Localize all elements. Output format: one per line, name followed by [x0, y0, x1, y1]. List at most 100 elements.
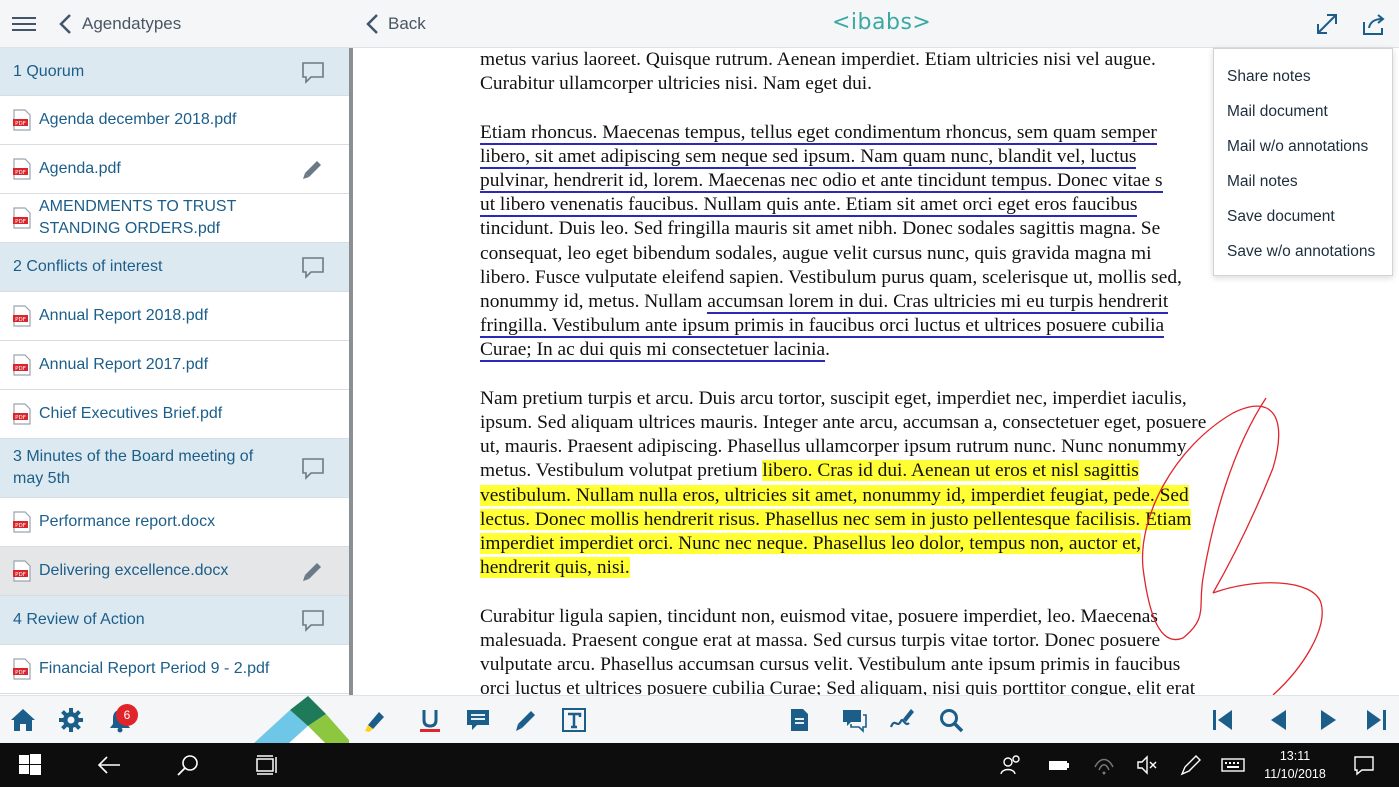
agenda-section[interactable]: 2 Conflicts of interest	[0, 243, 349, 292]
underlined-text: libero, sit amet adipiscing sem neque se…	[480, 145, 1137, 169]
underlined-text: pulvinar, hendrerit id, lorem. Maecenas …	[480, 170, 1163, 193]
underlined-text: fringilla. Vestibulum ante ipsum primis …	[480, 315, 1165, 339]
agenda-section[interactable]: 1 Quorum	[0, 48, 349, 96]
notification-badge: 6	[116, 704, 138, 726]
document-paragraph: Curabitur ligula sapien, tincidunt non, …	[480, 605, 1280, 695]
back-button[interactable]: Back	[388, 14, 426, 34]
text-run: .	[825, 339, 830, 361]
document-item[interactable]: PDF Annual Report 2017.pdf	[0, 341, 349, 390]
item-label: AMENDMENTS TO TRUST STANDING ORDERS.pdf	[39, 198, 237, 237]
item-label: Annual Report 2017.pdf	[39, 356, 209, 373]
pdf-icon: PDF	[13, 354, 31, 376]
document-item[interactable]: PDF Annual Report 2018.pdf	[0, 292, 349, 341]
item-label: Agenda december 2018.pdf	[39, 111, 237, 128]
comment-icon[interactable]	[301, 456, 325, 480]
windows-start-icon[interactable]	[18, 753, 42, 777]
next-page-icon[interactable]	[1315, 707, 1341, 733]
pencil-icon[interactable]	[301, 157, 325, 181]
text-run: libero. Fusce vulputate eleifend sapien.…	[480, 266, 1182, 288]
document-item[interactable]: PDF Agenda.pdf	[0, 145, 349, 194]
text-run: Curabitur ullamcorper ultricies nisi. Na…	[480, 73, 873, 95]
text-run: Nam pretium turpis et arcu. Duis arcu to…	[480, 387, 1187, 409]
document-item[interactable]: PDF Financial Report Period 9 - 2.pdf	[0, 645, 349, 694]
home-icon[interactable]	[10, 707, 36, 733]
last-page-icon[interactable]	[1363, 707, 1389, 733]
menu-icon[interactable]	[12, 14, 36, 34]
document-item[interactable]: PDF Performance report.docx	[0, 498, 349, 547]
agendatypes-back-label[interactable]: Agendatypes	[82, 14, 181, 34]
svg-text:PDF: PDF	[15, 572, 26, 578]
note-list-icon[interactable]	[786, 707, 812, 733]
svg-text:PDF: PDF	[15, 523, 26, 529]
svg-text:PDF: PDF	[15, 219, 26, 225]
comment-icon[interactable]	[301, 255, 325, 279]
comments-icon[interactable]	[841, 707, 867, 733]
annotation-toolbar	[349, 695, 1399, 743]
action-center-icon[interactable]	[1352, 753, 1376, 777]
menu-item-save-document[interactable]: Save document	[1214, 199, 1392, 234]
item-label: Chief Executives Brief.pdf	[39, 405, 223, 422]
agenda-section[interactable]: 3 Minutes of the Board meeting of may 5t…	[0, 439, 349, 498]
menu-item-save-w-o-annotations[interactable]: Save w/o annotations	[1214, 234, 1392, 269]
comment-add-icon[interactable]	[465, 707, 491, 733]
underlined-text: ut libero venenatis faucibus. Nullam qui…	[480, 194, 1138, 218]
document-item[interactable]: PDF Chief Executives Brief.pdf	[0, 390, 349, 439]
menu-item-mail-notes[interactable]: Mail notes	[1214, 164, 1392, 199]
volume-muted-icon[interactable]	[1135, 753, 1159, 777]
menu-item-share-notes[interactable]: Share notes	[1214, 59, 1392, 94]
highlighter-icon[interactable]	[362, 707, 388, 733]
underlined-text: Curae; In ac dui quis mi consectetuer la…	[480, 339, 826, 363]
text-run: consequat, leo eget bibendum sodales, au…	[480, 242, 1152, 264]
item-label: Delivering excellence.docx	[39, 562, 229, 579]
highlighted-text: imperdiet imperdiet orci. Nunc nec neque…	[480, 533, 1142, 555]
pdf-icon: PDF	[13, 109, 31, 131]
pdf-icon: PDF	[13, 560, 31, 582]
text-run: orci luctus et ultrices posuere cubilia …	[480, 678, 1196, 695]
expand-icon[interactable]	[1315, 12, 1339, 36]
task-view-icon[interactable]	[255, 753, 279, 777]
signature-icon[interactable]	[889, 707, 915, 733]
pen-icon[interactable]	[513, 707, 539, 733]
highlighted-text: libero. Cras id dui. Aenean ut eros et n…	[762, 460, 1139, 482]
item-label: 4 Review of Action	[13, 611, 145, 628]
document-item[interactable]: PDF Agenda december 2018.pdf	[0, 96, 349, 145]
wifi-icon[interactable]	[1092, 753, 1116, 777]
svg-text:PDF: PDF	[15, 415, 26, 421]
gear-icon[interactable]	[58, 707, 84, 733]
keyboard-icon[interactable]	[1221, 753, 1245, 777]
comment-icon[interactable]	[301, 60, 325, 84]
item-label: Performance report.docx	[39, 513, 216, 530]
text-run: malesuada. Praesent congue erat at massa…	[480, 629, 1161, 651]
chevron-left-icon[interactable]	[363, 12, 383, 36]
share-icon[interactable]	[1361, 12, 1387, 36]
underline-icon[interactable]	[417, 707, 443, 733]
pencil-icon[interactable]	[301, 559, 325, 583]
agenda-section[interactable]: 4 Review of Action	[0, 596, 349, 645]
first-page-icon[interactable]	[1210, 707, 1236, 733]
text-run: metus varius laoreet. Quisque rutrum. Ae…	[480, 49, 1156, 70]
item-label: Annual Report 2018.pdf	[39, 307, 209, 324]
item-label: 1 Quorum	[13, 62, 85, 80]
search-icon[interactable]	[938, 707, 964, 733]
document-item[interactable]: PDF AMENDMENTS TO TRUST STANDING ORDERS.p…	[0, 194, 349, 243]
taskbar-clock[interactable]: 13:11 11/10/2018	[1255, 747, 1335, 783]
text-icon[interactable]	[561, 707, 587, 733]
search-icon[interactable]	[176, 753, 200, 777]
pen-workspace-icon[interactable]	[1179, 753, 1203, 777]
pdf-icon: PDF	[13, 658, 31, 680]
people-icon[interactable]	[999, 753, 1023, 777]
pdf-icon: PDF	[13, 403, 31, 425]
menu-item-mail-w-o-annotations[interactable]: Mail w/o annotations	[1214, 129, 1392, 164]
text-run: ut, mauris. Praesent adipiscing. Phasell…	[480, 436, 1187, 458]
chevron-left-icon[interactable]	[56, 12, 76, 36]
back-arrow-icon[interactable]	[97, 753, 121, 777]
menu-item-mail-document[interactable]: Mail document	[1214, 94, 1392, 129]
agenda-list: 1 Quorum PDF Agenda december 2018.pdf PDF Ag…	[0, 48, 349, 695]
svg-text:PDF: PDF	[15, 317, 26, 323]
document-text: metus varius laoreet. Quisque rutrum. Ae…	[480, 48, 1280, 695]
comment-icon[interactable]	[301, 608, 325, 632]
agenda-footer: 6	[0, 695, 349, 743]
previous-page-icon[interactable]	[1266, 707, 1292, 733]
battery-icon[interactable]	[1047, 753, 1071, 777]
document-item[interactable]: PDF Delivering excellence.docx	[0, 547, 349, 596]
